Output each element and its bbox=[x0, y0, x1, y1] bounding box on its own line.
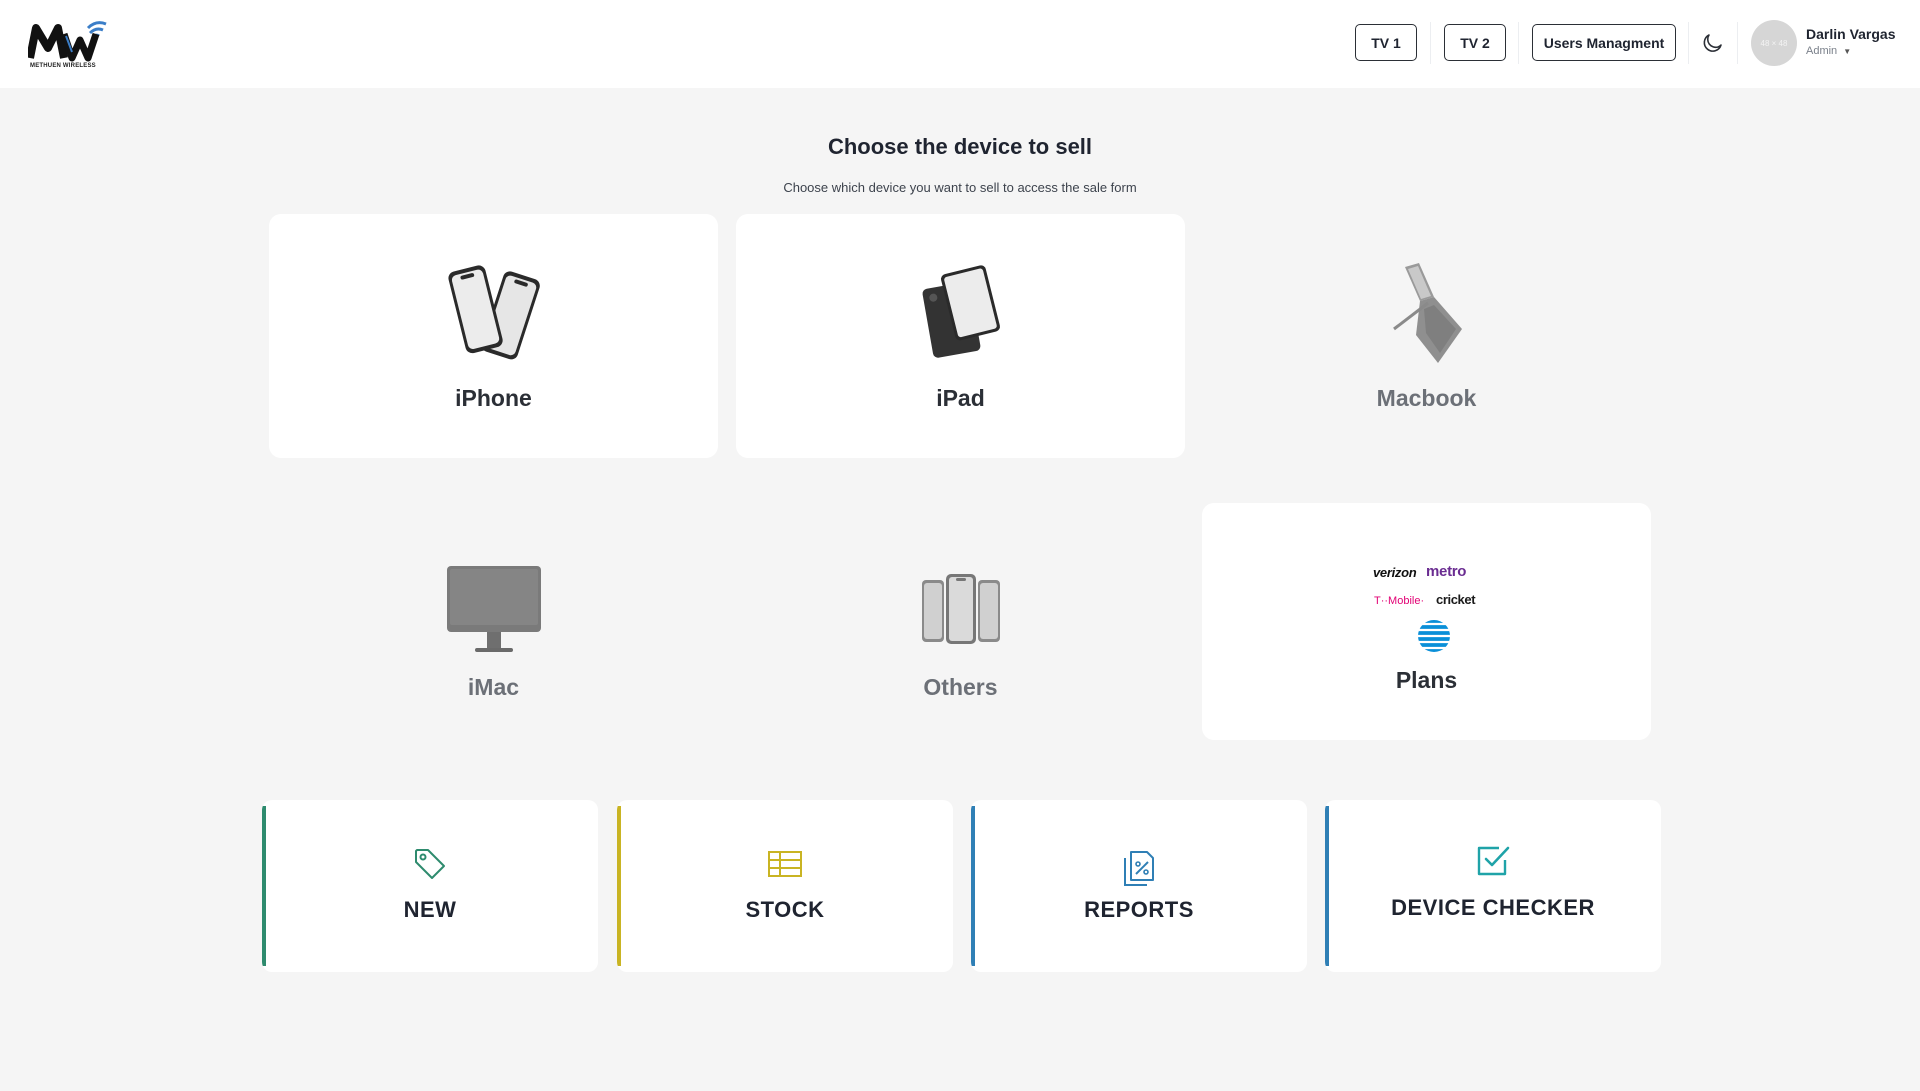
verizon-logo: verizon bbox=[1373, 565, 1417, 580]
user-name: Darlin Vargas bbox=[1806, 26, 1896, 42]
logo-tagline: METHUEN WIRELESS bbox=[30, 63, 96, 69]
tag-icon bbox=[262, 846, 598, 882]
avatar[interactable]: 48 × 48 bbox=[1751, 20, 1797, 66]
avatar-placeholder-text: 48 × 48 bbox=[1760, 38, 1788, 48]
dark-mode-moon-icon[interactable] bbox=[1701, 31, 1725, 55]
action-label: STOCK bbox=[745, 897, 825, 922]
new-sale-card[interactable]: NEW bbox=[262, 800, 598, 972]
divider bbox=[1737, 22, 1738, 64]
page-title: Choose the device to sell bbox=[827, 134, 1093, 159]
device-card-macbook[interactable]: Macbook bbox=[1202, 214, 1651, 458]
stock-card[interactable]: STOCK bbox=[617, 800, 953, 972]
imac-icon bbox=[269, 548, 718, 652]
accent-bar bbox=[971, 806, 975, 966]
tv1-button[interactable]: TV 1 bbox=[1355, 24, 1417, 61]
device-label: Plans bbox=[1395, 667, 1458, 693]
macbook-icon bbox=[1202, 259, 1651, 363]
divider bbox=[1688, 22, 1689, 64]
device-card-iphone[interactable]: iPhone bbox=[269, 214, 718, 458]
top-header: METHUEN WIRELESS TV 1 TV 2 Users Managme… bbox=[0, 0, 1920, 88]
action-label: DEVICE CHECKER bbox=[1391, 895, 1595, 920]
accent-bar bbox=[617, 806, 621, 966]
chevron-down-icon: ▼ bbox=[1843, 47, 1852, 56]
ipad-icon bbox=[736, 259, 1185, 359]
reports-card[interactable]: REPORTS bbox=[971, 800, 1307, 972]
tv2-button[interactable]: TV 2 bbox=[1444, 24, 1506, 61]
accent-bar bbox=[262, 806, 266, 966]
device-label: Macbook bbox=[1376, 385, 1477, 411]
user-role-label: Admin bbox=[1806, 45, 1838, 57]
check-square-icon bbox=[1325, 842, 1661, 878]
phones-icon bbox=[736, 548, 1185, 648]
device-checker-card[interactable]: DEVICE CHECKER bbox=[1325, 800, 1661, 972]
page-subtitle: Choose which device you want to sell to … bbox=[783, 180, 1137, 195]
divider bbox=[1518, 22, 1519, 64]
device-label: Others bbox=[923, 674, 998, 700]
device-card-imac[interactable]: iMac bbox=[269, 503, 718, 747]
tmobile-logo: T··Mobile· bbox=[1374, 595, 1425, 607]
table-icon bbox=[617, 846, 953, 882]
iphone-icon bbox=[269, 259, 718, 360]
action-label: REPORTS bbox=[1084, 897, 1194, 922]
device-label: iPhone bbox=[455, 385, 532, 411]
divider bbox=[1430, 22, 1431, 64]
accent-bar bbox=[1325, 806, 1329, 966]
action-label: NEW bbox=[403, 897, 457, 922]
device-card-ipad[interactable]: iPad bbox=[736, 214, 1185, 458]
cricket-logo: cricket bbox=[1436, 592, 1476, 607]
device-label: iPad bbox=[936, 385, 985, 411]
device-card-others[interactable]: Others bbox=[736, 503, 1185, 747]
user-role-dropdown[interactable]: Admin ▼ bbox=[1806, 45, 1851, 57]
device-card-plans[interactable]: verizon metro T··Mobile· cricket Plans bbox=[1202, 503, 1651, 740]
device-label: iMac bbox=[467, 674, 520, 700]
att-globe-icon bbox=[1417, 619, 1451, 658]
report-icon bbox=[971, 846, 1307, 886]
users-management-button[interactable]: Users Managment bbox=[1532, 24, 1676, 61]
metro-logo: metro bbox=[1426, 563, 1467, 580]
